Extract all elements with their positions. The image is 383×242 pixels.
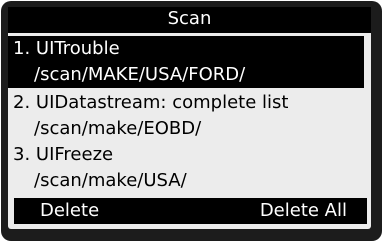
delete-button[interactable]: Delete bbox=[40, 198, 99, 224]
softkey-bar: Delete Delete All bbox=[14, 198, 367, 224]
list-item-path: /scan/MAKE/USA/FORD/ bbox=[34, 64, 246, 85]
scan-list: 1. UITrouble /scan/MAKE/USA/FORD/ 2. UID… bbox=[8, 36, 371, 194]
list-item-path: /scan/make/EOBD/ bbox=[34, 118, 202, 139]
list-item-1[interactable]: 1. UITrouble /scan/MAKE/USA/FORD/ bbox=[8, 36, 364, 88]
list-item-label: 1. UITrouble bbox=[13, 38, 120, 59]
list-item-label: 3. UIFreeze bbox=[13, 144, 114, 165]
list-item-label: 2. UIDatastream: complete list bbox=[13, 92, 289, 113]
list-item-path: /scan/make/USA/ bbox=[34, 170, 187, 191]
delete-all-button[interactable]: Delete All bbox=[260, 198, 347, 224]
list-item-3[interactable]: 3. UIFreeze /scan/make/USA/ bbox=[13, 142, 364, 194]
lcd-screen: Scan 1. UITrouble /scan/MAKE/USA/FORD/ 2… bbox=[8, 7, 371, 229]
screen-title: Scan bbox=[8, 7, 371, 33]
list-item-2[interactable]: 2. UIDatastream: complete list /scan/mak… bbox=[13, 90, 364, 142]
scanner-device: Scan 1. UITrouble /scan/MAKE/USA/FORD/ 2… bbox=[1, 1, 382, 241]
